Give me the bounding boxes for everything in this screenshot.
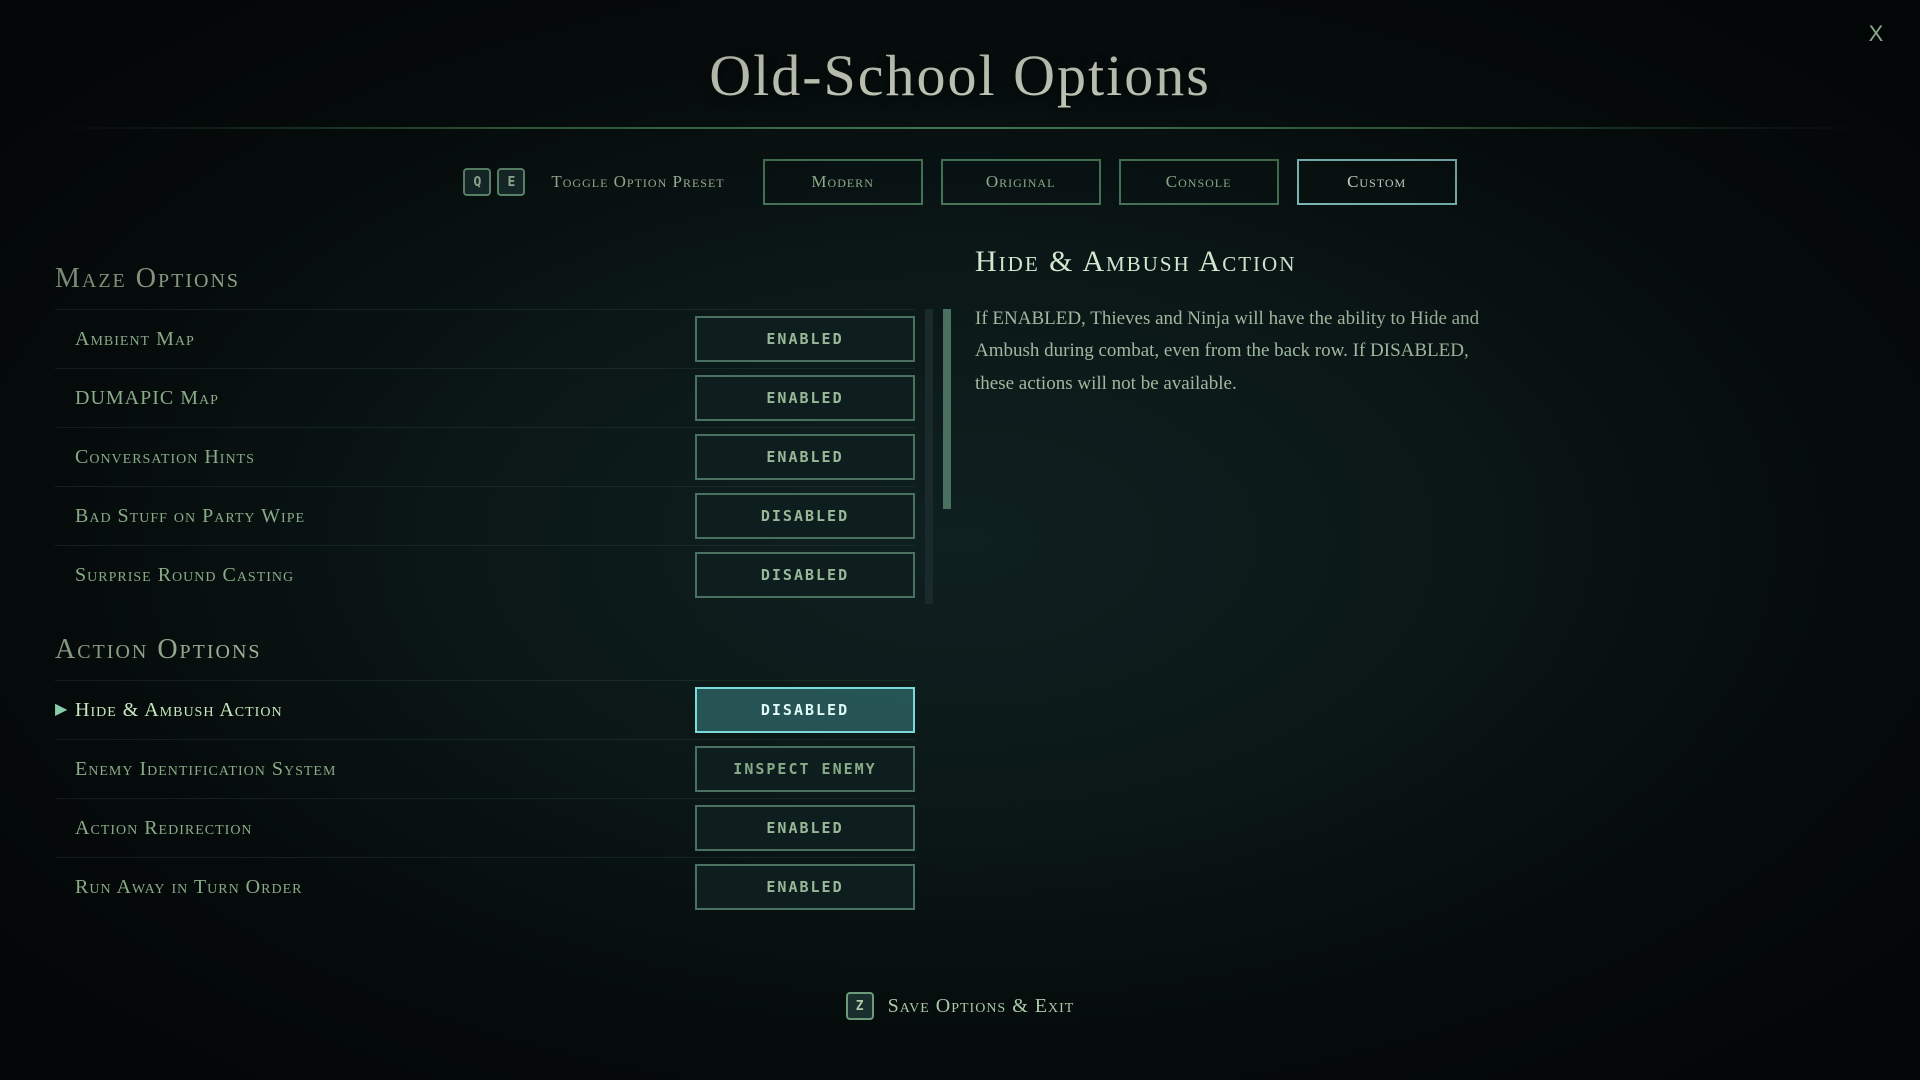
- maze-options-list: Ambient Map ENABLED DUMAPIC Map ENABLED …: [55, 309, 915, 604]
- action-options-list: ▶ Hide & Ambush Action DISABLED Enemy Id…: [55, 680, 915, 916]
- save-label: Save Options & Exit: [888, 995, 1075, 1018]
- right-panel: Hide & Ambush Action If ENABLED, Thieves…: [915, 241, 1865, 916]
- close-button[interactable]: X: [1860, 18, 1892, 50]
- scroll-thumb: [943, 309, 951, 509]
- option-action-redirect-label: Action Redirection: [55, 817, 253, 840]
- option-surprise-round-value[interactable]: DISABLED: [695, 552, 915, 598]
- option-run-away-label: Run Away in Turn Order: [55, 876, 302, 899]
- option-conversation-hints-label: Conversation Hints: [55, 446, 255, 469]
- save-key: Z: [846, 992, 874, 1020]
- left-panel: Maze Options Ambient Map ENABLED DUMAPIC…: [55, 241, 915, 916]
- option-enemy-id-value[interactable]: INSPECT ENEMY: [695, 746, 915, 792]
- option-run-away: Run Away in Turn Order ENABLED: [55, 857, 915, 916]
- option-ambient-map-value[interactable]: ENABLED: [695, 316, 915, 362]
- option-conversation-hints-value[interactable]: ENABLED: [695, 434, 915, 480]
- option-hide-ambush-label: ▶ Hide & Ambush Action: [55, 699, 283, 722]
- option-hide-ambush-value[interactable]: DISABLED: [695, 687, 915, 733]
- title-divider: [40, 127, 1880, 129]
- action-options-header: Action Options: [55, 634, 915, 666]
- detail-title: Hide & Ambush Action: [975, 245, 1865, 279]
- option-enemy-id: Enemy Identification System INSPECT ENEM…: [55, 739, 915, 798]
- option-run-away-value[interactable]: ENABLED: [695, 864, 915, 910]
- action-options-section: Action Options ▶ Hide & Ambush Action DI…: [55, 634, 915, 916]
- option-enemy-id-label: Enemy Identification System: [55, 758, 336, 781]
- detail-text: If ENABLED, Thieves and Ninja will have …: [975, 303, 1495, 400]
- maze-options-header: Maze Options: [55, 263, 915, 295]
- preset-custom[interactable]: Custom: [1297, 159, 1457, 205]
- option-ambient-map-label: Ambient Map: [55, 328, 195, 351]
- preset-bar: Q E Toggle Option Preset Modern Original…: [0, 159, 1920, 205]
- option-action-redirect: Action Redirection ENABLED: [55, 798, 915, 857]
- maze-options-scroll: Ambient Map ENABLED DUMAPIC Map ENABLED …: [55, 309, 915, 604]
- option-action-redirect-value[interactable]: ENABLED: [695, 805, 915, 851]
- preset-original[interactable]: Original: [941, 159, 1101, 205]
- key-q: Q: [463, 168, 491, 196]
- maze-options-section: Maze Options Ambient Map ENABLED DUMAPIC…: [55, 263, 915, 604]
- option-bad-stuff-value[interactable]: DISABLED: [695, 493, 915, 539]
- option-surprise-round-label: Surprise Round Casting: [55, 564, 294, 587]
- option-dumapic-map-value[interactable]: ENABLED: [695, 375, 915, 421]
- preset-console[interactable]: Console: [1119, 159, 1279, 205]
- option-ambient-map: Ambient Map ENABLED: [55, 309, 915, 368]
- option-hide-ambush: ▶ Hide & Ambush Action DISABLED: [55, 680, 915, 739]
- option-bad-stuff-label: Bad Stuff on Party Wipe: [55, 505, 305, 528]
- preset-modern[interactable]: Modern: [763, 159, 923, 205]
- main-content: Maze Options Ambient Map ENABLED DUMAPIC…: [0, 241, 1920, 916]
- option-conversation-hints: Conversation Hints ENABLED: [55, 427, 915, 486]
- page-title: Old-School Options: [0, 0, 1920, 127]
- preset-keys: Q E: [463, 168, 525, 196]
- selected-arrow: ▶: [55, 699, 68, 719]
- scroll-track[interactable]: [925, 309, 933, 604]
- key-e: E: [497, 168, 525, 196]
- bottom-bar: Z Save Options & Exit: [0, 992, 1920, 1020]
- toggle-label: Toggle Option Preset: [551, 172, 724, 192]
- option-dumapic-map-label: DUMAPIC Map: [55, 387, 219, 410]
- option-bad-stuff: Bad Stuff on Party Wipe DISABLED: [55, 486, 915, 545]
- option-dumapic-map: DUMAPIC Map ENABLED: [55, 368, 915, 427]
- option-surprise-round: Surprise Round Casting DISABLED: [55, 545, 915, 604]
